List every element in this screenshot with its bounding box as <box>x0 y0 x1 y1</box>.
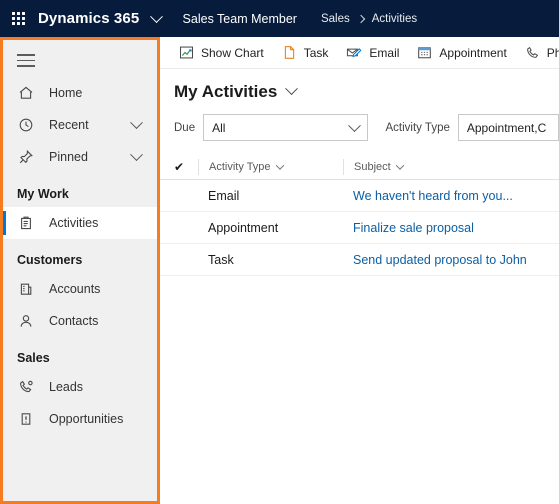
cell-subject[interactable]: Send updated proposal to John <box>343 253 559 267</box>
sidebar-item-label: Home <box>49 86 83 100</box>
brand-label: Dynamics 365 <box>38 10 140 27</box>
sidebar-item-contacts[interactable]: Contacts <box>3 305 157 337</box>
subject-link[interactable]: Finalize sale proposal <box>353 221 474 235</box>
hamburger-menu-icon[interactable] <box>17 54 35 67</box>
chevron-right-icon <box>356 14 365 23</box>
pin-icon <box>17 148 35 166</box>
filter-row: Due All Activity Type Appointment,C <box>160 102 559 141</box>
grid-header-row: ✔ Activity Type Subject <box>160 154 559 180</box>
email-button[interactable]: Email <box>337 37 408 69</box>
app-launcher-waffle-icon[interactable] <box>10 11 26 27</box>
sidebar-item-label: Contacts <box>49 314 99 328</box>
activities-clipboard-icon <box>17 214 35 232</box>
sidebar-item-home[interactable]: Home <box>3 77 157 109</box>
sidebar-item-pinned[interactable]: Pinned <box>3 141 157 173</box>
email-label: Email <box>369 45 400 60</box>
show-chart-button[interactable]: Show Chart <box>170 37 273 69</box>
subject-link[interactable]: Send updated proposal to John <box>353 253 527 267</box>
sidebar-item-label: Leads <box>49 380 84 394</box>
column-header-label: Activity Type <box>209 160 271 173</box>
activity-type-filter-value: Appointment,C <box>466 120 547 135</box>
task-label: Task <box>303 45 329 60</box>
activities-grid: ✔ Activity Type Subject Email We haven't… <box>160 154 559 276</box>
phone-call-button[interactable]: Phone Call <box>516 37 559 69</box>
column-header-subject[interactable]: Subject <box>343 158 559 175</box>
cell-subject[interactable]: We haven't heard from you... <box>343 189 559 203</box>
subject-link[interactable]: We haven't heard from you... <box>353 189 513 203</box>
cell-activity-type: Appointment <box>208 220 279 235</box>
chevron-down-icon[interactable] <box>130 116 143 132</box>
view-selector[interactable]: My Activities <box>160 69 559 102</box>
appointment-label: Appointment <box>439 45 507 60</box>
left-navigation-sidebar: Home Recent Pinned My Work Activities Cu… <box>0 37 160 504</box>
appointment-calendar-icon <box>417 45 432 60</box>
activity-type-filter-label: Activity Type <box>385 121 450 134</box>
chevron-down-icon[interactable] <box>275 160 284 173</box>
task-button[interactable]: Task <box>273 37 338 69</box>
main-content-area: Show Chart Task Email Appointment Ph My … <box>160 37 559 504</box>
activity-type-filter-dropdown[interactable]: Appointment,C <box>457 114 559 141</box>
phone-call-label: Phone Call <box>546 45 559 60</box>
column-header-activity-type[interactable]: Activity Type <box>198 158 343 175</box>
sidebar-item-label: Recent <box>49 118 89 132</box>
chevron-down-icon <box>347 119 361 135</box>
chevron-down-icon[interactable] <box>149 9 163 27</box>
lead-phone-icon <box>17 378 35 396</box>
task-document-icon <box>282 45 297 60</box>
top-navigation-bar: Dynamics 365 Sales Team Member Sales Act… <box>0 0 559 37</box>
sidebar-item-accounts[interactable]: Accounts <box>3 273 157 305</box>
due-filter-label: Due <box>174 121 196 134</box>
sidebar-item-activities[interactable]: Activities <box>3 207 157 239</box>
sidebar-item-opportunities[interactable]: Opportunities <box>3 403 157 435</box>
table-row[interactable]: Appointment Finalize sale proposal <box>160 212 559 244</box>
opportunity-icon <box>17 410 35 428</box>
sidebar-item-label: Opportunities <box>49 412 124 426</box>
due-filter-value: All <box>212 120 226 135</box>
chevron-down-icon[interactable] <box>130 148 143 164</box>
sidebar-item-recent[interactable]: Recent <box>3 109 157 141</box>
chevron-down-icon[interactable] <box>285 82 299 101</box>
command-bar: Show Chart Task Email Appointment Ph <box>160 37 559 69</box>
app-role-label: Sales Team Member <box>182 11 297 26</box>
sidebar-item-label: Activities <box>49 216 99 230</box>
clock-icon <box>17 116 35 134</box>
sidebar-item-label: Pinned <box>49 150 88 164</box>
chevron-down-icon[interactable] <box>395 160 404 173</box>
appointment-button[interactable]: Appointment <box>408 37 515 69</box>
brand-dynamics365[interactable]: Dynamics 365 <box>38 9 163 27</box>
phone-call-handset-icon <box>525 45 540 60</box>
table-row[interactable]: Email We haven't heard from you... <box>160 180 559 212</box>
contact-person-icon <box>17 312 35 330</box>
breadcrumb-item-activities[interactable]: Activities <box>372 13 417 25</box>
home-icon <box>17 84 35 102</box>
breadcrumb: Sales Activities <box>321 13 417 25</box>
table-row[interactable]: Task Send updated proposal to John <box>160 244 559 276</box>
email-envelope-pencil-icon <box>346 45 362 60</box>
cell-subject[interactable]: Finalize sale proposal <box>343 221 559 235</box>
account-building-icon <box>17 280 35 298</box>
column-header-label: Subject <box>354 160 391 173</box>
breadcrumb-item-sales[interactable]: Sales <box>321 13 350 25</box>
sidebar-item-label: Accounts <box>49 282 101 296</box>
sidebar-group-my-work: My Work <box>17 187 69 201</box>
select-all-checkmark-icon[interactable]: ✔ <box>174 160 198 174</box>
page-title: My Activities <box>174 82 278 101</box>
dynamics365-activities-screen: Dynamics 365 Sales Team Member Sales Act… <box>0 0 559 504</box>
due-filter-dropdown[interactable]: All <box>203 114 368 141</box>
show-chart-label: Show Chart <box>201 45 264 60</box>
show-chart-icon <box>179 45 194 60</box>
sidebar-item-leads[interactable]: Leads <box>3 371 157 403</box>
cell-activity-type: Task <box>208 252 234 267</box>
sidebar-group-customers: Customers <box>17 253 83 267</box>
cell-activity-type: Email <box>208 188 240 203</box>
sidebar-group-sales: Sales <box>17 351 50 365</box>
